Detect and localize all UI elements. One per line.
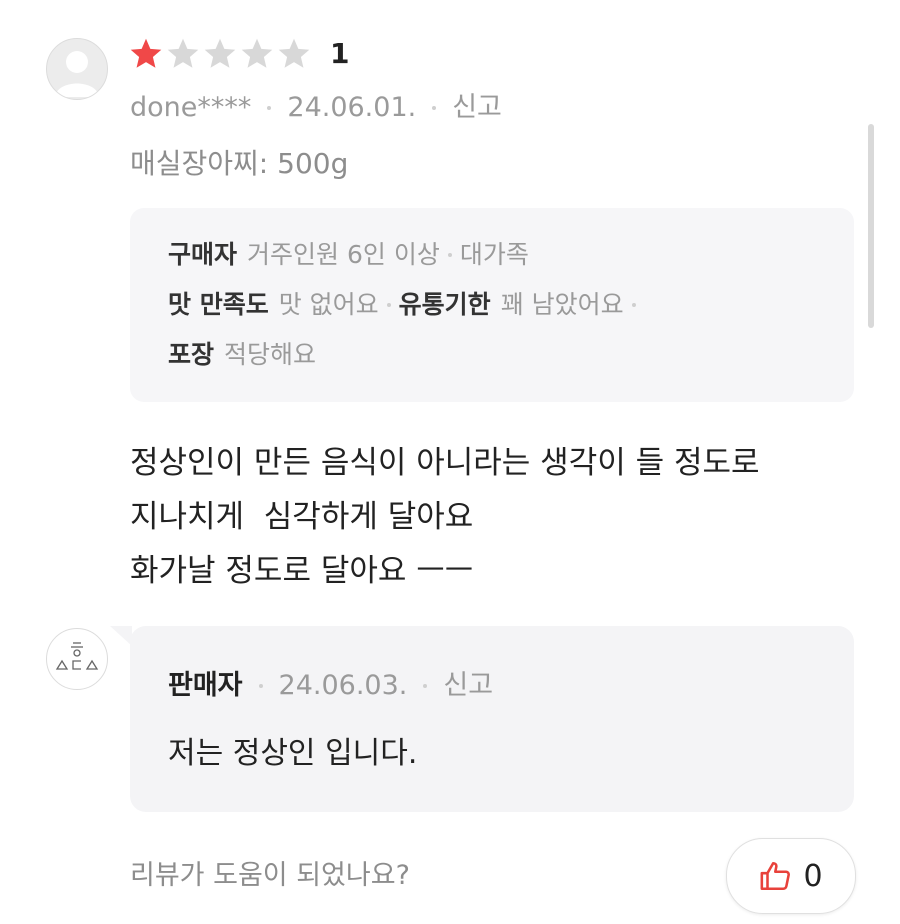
separator-dot <box>258 684 263 688</box>
user-silhouette-icon <box>55 51 99 97</box>
reply-date: 24.06.03. <box>278 670 408 701</box>
scrollbar[interactable] <box>868 124 874 328</box>
survey-value: 거주인원 6인 이상 <box>247 240 440 269</box>
review-meta: done**** 24.06.01. 신고 <box>130 88 502 128</box>
review-content: 정상인이 만든 음식이 아니라는 생각이 들 정도로 지나치게 심각하게 달아요… <box>130 436 760 598</box>
survey-row-packaging: 포장 적당해요 <box>168 338 316 372</box>
separator-dot <box>631 303 636 307</box>
separator-dot <box>423 684 428 688</box>
survey-label: 맛 만족도 <box>168 290 269 319</box>
like-count: 0 <box>803 858 823 894</box>
survey-box: 구매자 거주인원 6인 이상 대가족 맛 만족도 맛 없어요 유통기한 꽤 남았… <box>130 208 854 402</box>
seller-logo-icon <box>55 642 99 670</box>
star-empty-icon <box>165 36 201 72</box>
purchase-option: 매실장아찌: 500g <box>130 147 349 180</box>
seller-name: 판매자 <box>168 670 243 701</box>
separator-dot <box>267 106 272 110</box>
review-text-line: 화가날 정도로 달아요 ㅡㅡ <box>130 553 474 589</box>
separator-dot <box>386 303 391 307</box>
thumbs-up-icon <box>761 861 791 891</box>
seller-avatar <box>46 628 108 690</box>
survey-row-buyer: 구매자 거주인원 6인 이상 대가족 <box>168 238 529 272</box>
like-button[interactable]: 0 <box>726 838 856 914</box>
review-date: 24.06.01. <box>287 92 417 123</box>
seller-reply: 판매자 24.06.03. 신고 저는 정상인 입니다. <box>130 626 854 812</box>
review-text-line: 정상인이 만든 음식이 아니라는 생각이 들 정도로 <box>130 445 760 481</box>
reply-meta: 판매자 24.06.03. 신고 <box>168 666 493 706</box>
rating-number: 1 <box>330 37 350 70</box>
survey-label: 구매자 <box>168 240 238 269</box>
survey-value: 꽤 남았어요 <box>500 290 624 319</box>
report-link[interactable]: 신고 <box>452 88 502 128</box>
reviewer-avatar <box>46 38 108 100</box>
star-filled-icon <box>128 36 164 72</box>
survey-value: 맛 없어요 <box>278 290 379 319</box>
helpful-question: 리뷰가 도움이 되었나요? <box>130 860 410 891</box>
survey-value: 적당해요 <box>224 340 317 369</box>
reply-bubble-tail <box>110 626 132 646</box>
survey-label: 유통기한 <box>398 290 491 319</box>
star-empty-icon <box>276 36 312 72</box>
star-rating <box>128 36 312 72</box>
reply-text: 저는 정상인 입니다. <box>168 736 418 771</box>
star-empty-icon <box>239 36 275 72</box>
separator-dot <box>447 253 452 257</box>
reply-report-link[interactable]: 신고 <box>443 666 493 706</box>
star-empty-icon <box>202 36 238 72</box>
separator-dot <box>432 106 437 110</box>
survey-label: 포장 <box>168 340 215 369</box>
review-text-line: 지나치게 심각하게 달아요 <box>130 499 474 535</box>
survey-row-taste: 맛 만족도 맛 없어요 유통기한 꽤 남았어요 <box>168 288 644 322</box>
reviewer-username: done**** <box>130 92 252 123</box>
survey-value: 대가족 <box>459 240 529 269</box>
